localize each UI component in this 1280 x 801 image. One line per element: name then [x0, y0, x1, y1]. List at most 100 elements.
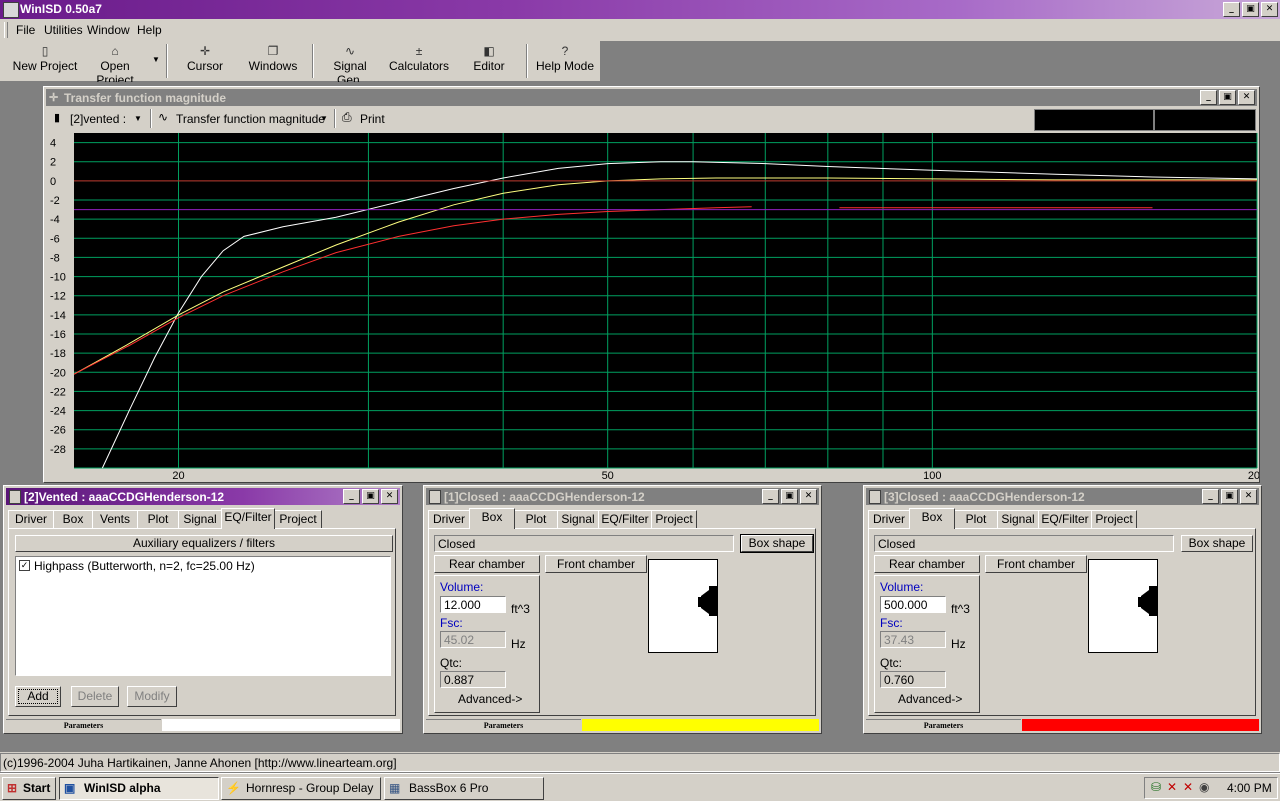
volume-input[interactable]: 12.000 — [440, 596, 506, 613]
box-shape-button[interactable]: Box shape — [1181, 535, 1253, 552]
tray-network-icon[interactable]: ⛁ — [1151, 780, 1161, 794]
tab-driver[interactable]: Driver — [868, 510, 910, 528]
tray-disconnected-icon[interactable]: ✕ — [1167, 780, 1177, 794]
print-button[interactable]: ⎙ Print — [342, 108, 387, 129]
closed3-maximize-button[interactable]: ▣ — [1221, 489, 1238, 504]
winisd-icon: ▣ — [64, 781, 76, 795]
menu-utilities[interactable]: Utilities — [44, 23, 83, 37]
editor-button[interactable]: ◧ Editor — [466, 43, 512, 79]
filter-list[interactable]: ✓ Highpass (Butterworth, n=2, fc=25.00 H… — [15, 556, 391, 676]
tab-box[interactable]: Box — [909, 508, 955, 529]
cursor-button[interactable]: ✛ Cursor — [178, 43, 232, 79]
speaker-driver-icon — [1138, 586, 1157, 616]
tab-signal[interactable]: Signal — [997, 510, 1039, 528]
vented-minimize-button[interactable]: _ — [343, 489, 360, 504]
menu-bar: File Utilities Window Help — [0, 19, 1280, 41]
parameters-label: Parameters — [426, 719, 581, 732]
rear-chamber-button[interactable]: Rear chamber — [434, 555, 540, 573]
project-selector[interactable]: ▮ [2]vented : ▼ — [48, 108, 148, 129]
hornresp-icon: ⚡ — [226, 781, 241, 795]
y-tick-label: -10 — [50, 272, 66, 284]
tab-vents[interactable]: Vents — [92, 510, 138, 528]
calculator-icon: ± — [415, 44, 423, 58]
menu-grip[interactable] — [4, 22, 8, 38]
speaker-box-icon — [9, 490, 21, 504]
closed1-minimize-button[interactable]: _ — [762, 489, 779, 504]
closed1-close-button[interactable]: ✕ — [800, 489, 817, 504]
closed1-maximize-button[interactable]: ▣ — [781, 489, 798, 504]
front-chamber-button[interactable]: Front chamber — [545, 555, 647, 573]
parameters-color-swatch — [1022, 719, 1259, 731]
filter-item[interactable]: Highpass (Butterworth, n=2, fc=25.00 Hz) — [34, 559, 255, 573]
tab-driver[interactable]: Driver — [8, 510, 54, 528]
chamber-params-group: Volume: 500.000 ft^3 Fsc: 37.43 Hz Qtc: … — [874, 575, 980, 713]
start-button[interactable]: ⊞ Start — [2, 777, 56, 800]
graph-type-label: Transfer function magnitude — [176, 112, 325, 126]
app-icon[interactable] — [3, 2, 19, 18]
menu-file[interactable]: File — [16, 23, 35, 37]
tab-plot[interactable]: Plot — [954, 510, 998, 528]
transfer-function-chart[interactable]: 420-2-4-6-8-10-12-14-16-18-20-22-24-26-2… — [44, 131, 1259, 480]
advanced-button[interactable]: Advanced-> — [458, 692, 522, 706]
taskbar-item-hornresp[interactable]: ⚡ Hornresp - Group Delay — [221, 777, 381, 800]
calculators-button[interactable]: ± Calculators — [388, 43, 450, 79]
closed3-minimize-button[interactable]: _ — [1202, 489, 1219, 504]
advanced-button[interactable]: Advanced-> — [898, 692, 962, 706]
print-label: Print — [360, 112, 385, 126]
open-project-button[interactable]: ⌂ Open Project — [80, 43, 150, 87]
tray-volume-icon[interactable]: ◉ — [1199, 780, 1209, 794]
tab-plot[interactable]: Plot — [514, 510, 558, 528]
box-shape-button[interactable]: Box shape — [740, 534, 814, 553]
graph-type-selector[interactable]: ∿ Transfer function magnitude ▼ — [156, 108, 332, 129]
signal-gen-button[interactable]: ∿ Signal Gen. — [320, 43, 380, 87]
tray-disconnected-icon-2[interactable]: ✕ — [1183, 780, 1193, 794]
graph-maximize-button[interactable]: ▣ — [1219, 90, 1236, 105]
new-project-button[interactable]: ▯ New Project — [12, 43, 78, 79]
fsc-input[interactable]: 37.43 — [880, 631, 946, 648]
minimize-button[interactable]: _ — [1223, 2, 1240, 17]
tab-project[interactable]: Project — [1091, 510, 1137, 528]
vented-close-button[interactable]: ✕ — [381, 489, 398, 504]
menu-window[interactable]: Window — [87, 23, 130, 37]
tab-eq-filter[interactable]: EQ/Filter — [598, 510, 652, 528]
tab-eq-filter[interactable]: EQ/Filter — [221, 508, 275, 529]
speaker-box-icon — [869, 490, 881, 504]
project-selector-label: [2]vented : — [70, 112, 127, 126]
front-chamber-button[interactable]: Front chamber — [985, 555, 1087, 573]
volume-input[interactable]: 500.000 — [880, 596, 946, 613]
tab-box[interactable]: Box — [469, 508, 515, 529]
restore-button[interactable]: ▣ — [1242, 2, 1259, 17]
tab-driver[interactable]: Driver — [428, 510, 470, 528]
tab-plot[interactable]: Plot — [137, 510, 179, 528]
tab-eq-filter[interactable]: EQ/Filter — [1038, 510, 1092, 528]
vented-maximize-button[interactable]: ▣ — [362, 489, 379, 504]
fsc-input[interactable]: 45.02 — [440, 631, 506, 648]
graph-minimize-button[interactable]: _ — [1200, 90, 1217, 105]
tab-signal[interactable]: Signal — [557, 510, 599, 528]
closed3-close-button[interactable]: ✕ — [1240, 489, 1257, 504]
tab-signal[interactable]: Signal — [178, 510, 222, 528]
cursor-readout-y — [1154, 109, 1256, 131]
windows-label: Windows — [248, 59, 298, 73]
delete-button[interactable]: Delete — [71, 686, 119, 707]
closed1-window-title: [1]Closed : aaaCCDGHenderson-12 — [444, 490, 645, 504]
tab-project[interactable]: Project — [274, 510, 322, 528]
taskbar-item-winisd[interactable]: ▣ WinISD alpha — [59, 777, 219, 800]
help-mode-button[interactable]: ? Help Mode — [534, 43, 596, 79]
add-button[interactable]: Add — [15, 686, 61, 707]
menu-help[interactable]: Help — [137, 23, 162, 37]
cursor-label: Cursor — [186, 59, 223, 73]
modify-button[interactable]: Modify — [127, 686, 177, 707]
fsc-label: Fsc: — [880, 616, 903, 630]
open-dropdown-arrow-icon[interactable]: ▼ — [152, 55, 160, 64]
tab-project[interactable]: Project — [651, 510, 697, 528]
taskbar-item-bassbox[interactable]: ▦ BassBox 6 Pro — [384, 777, 544, 800]
toolbar: ▯ New Project ⌂ Open Project ▼ ✛ Cursor … — [0, 41, 600, 87]
box-diagram — [648, 559, 718, 653]
filter-checkbox[interactable]: ✓ — [19, 560, 30, 571]
close-button[interactable]: ✕ — [1261, 2, 1278, 17]
rear-chamber-button[interactable]: Rear chamber — [874, 555, 980, 573]
windows-button[interactable]: ❐ Windows — [244, 43, 302, 79]
tab-box[interactable]: Box — [53, 510, 93, 528]
graph-close-button[interactable]: ✕ — [1238, 90, 1255, 105]
